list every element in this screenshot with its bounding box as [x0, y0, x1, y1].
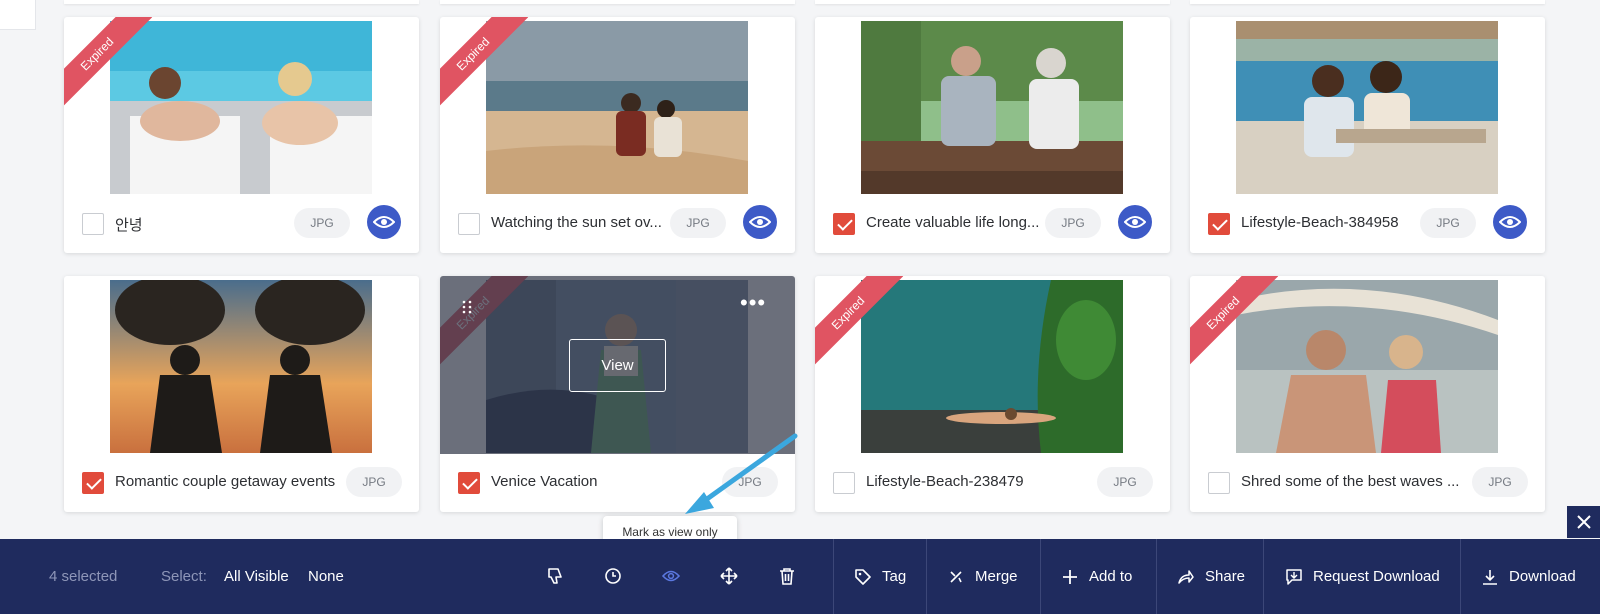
select-label: Select: [161, 568, 207, 585]
thumbs-down-icon[interactable] [544, 565, 566, 587]
merge-button[interactable]: Merge [948, 539, 1018, 614]
move-icon[interactable] [718, 565, 740, 587]
download-icon [1483, 569, 1497, 585]
tag-icon [855, 568, 871, 585]
request-download-icon [1286, 568, 1302, 585]
bulk-action-toolbar: 4 selected Select: All Visible None Tag … [0, 539, 1600, 614]
download-button[interactable]: Download [1482, 539, 1576, 614]
annotation-arrow [685, 433, 798, 514]
clock-icon[interactable] [602, 565, 624, 587]
share-button[interactable]: Share [1178, 539, 1245, 614]
toolbar-divider [1263, 539, 1264, 614]
toolbar-divider [926, 539, 927, 614]
selected-count: 4 selected [49, 568, 118, 585]
plus-icon [1063, 569, 1077, 584]
trash-icon[interactable] [776, 565, 798, 587]
close-icon [1576, 515, 1591, 529]
share-icon [1178, 569, 1194, 584]
eye-icon[interactable] [660, 565, 682, 587]
tag-button[interactable]: Tag [855, 539, 906, 614]
add-to-button[interactable]: Add to [1062, 539, 1132, 614]
close-toolbar-button[interactable] [1567, 506, 1600, 538]
toolbar-divider [833, 539, 834, 614]
request-download-button[interactable]: Request Download [1286, 539, 1440, 614]
select-none-link[interactable]: None [308, 539, 344, 614]
toolbar-divider [1460, 539, 1461, 614]
toolbar-divider [1040, 539, 1041, 614]
select-all-visible-link[interactable]: All Visible [224, 539, 289, 614]
toolbar-divider [1156, 539, 1157, 614]
merge-icon [950, 570, 962, 583]
